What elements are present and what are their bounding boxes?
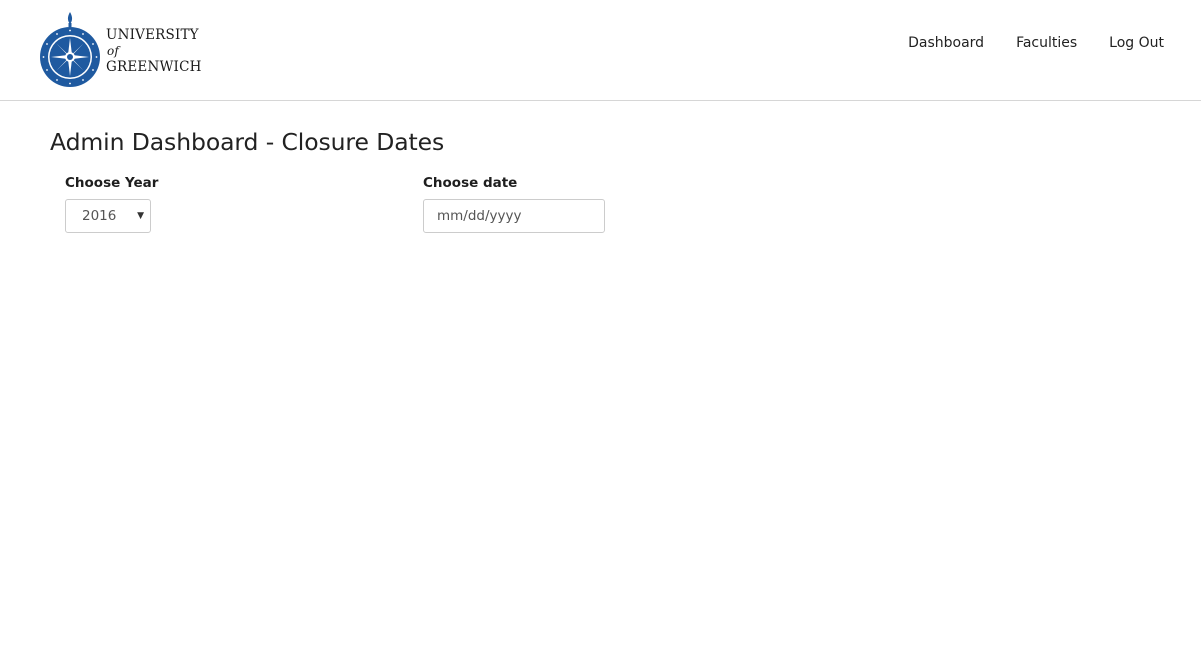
nav-link-dashboard[interactable]: Dashboard xyxy=(908,33,984,53)
brand-line-greenwich: GREENWICH xyxy=(106,59,202,75)
choose-year-label: Choose Year xyxy=(65,175,159,191)
nav-link-log-out[interactable]: Log Out xyxy=(1109,33,1164,53)
year-select-value: 2016 xyxy=(82,208,117,224)
caret-down-icon: ▼ xyxy=(137,211,144,221)
choose-date-label: Choose date xyxy=(423,175,518,191)
brand-logo-link[interactable]: UNIVERSITY of GREENWICH xyxy=(38,10,202,90)
brand-line-of: of xyxy=(107,44,120,58)
brand-line-university: UNIVERSITY xyxy=(106,27,199,43)
brand-wordmark: UNIVERSITY of GREENWICH xyxy=(106,27,202,75)
top-navbar: UNIVERSITY of GREENWICH Dashboard Facult… xyxy=(0,0,1201,101)
page-title: Admin Dashboard - Closure Dates xyxy=(50,128,445,156)
main-nav: Dashboard Faculties Log Out xyxy=(876,33,1164,53)
university-seal-icon xyxy=(40,12,100,87)
year-select[interactable]: 2016 ▼ xyxy=(65,199,151,233)
nav-link-faculties[interactable]: Faculties xyxy=(1016,33,1077,53)
date-input[interactable] xyxy=(423,199,605,233)
